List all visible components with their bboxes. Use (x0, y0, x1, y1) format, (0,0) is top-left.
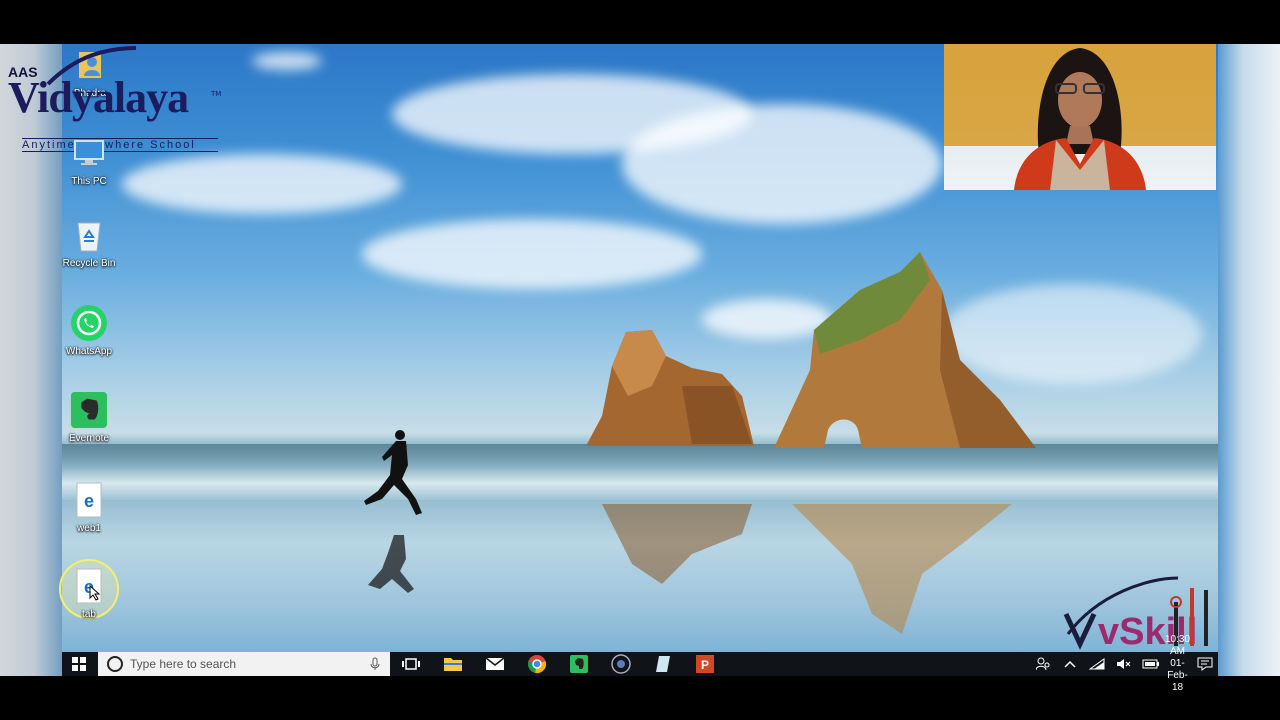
mail-icon (485, 657, 505, 670)
battery-icon (1142, 659, 1159, 669)
cloud (622, 104, 942, 224)
logo-trademark: TM (211, 90, 222, 98)
show-hidden-icons-button[interactable] (1056, 652, 1083, 676)
system-tray: 10:30 AM 01-Feb-18 (1029, 634, 1218, 693)
media-icon (611, 654, 631, 674)
battery-button[interactable] (1137, 652, 1164, 676)
cortana-search-icon (107, 656, 123, 672)
evernote-taskbar-button[interactable] (558, 652, 600, 676)
start-button[interactable] (62, 652, 96, 676)
mail-button[interactable] (474, 652, 516, 676)
recycle-bin-icon (70, 216, 108, 254)
network-button[interactable] (1083, 652, 1110, 676)
wifi-icon (1088, 658, 1104, 670)
desktop-icon-label: Evernote (68, 433, 110, 444)
taskbar-search-box[interactable] (98, 652, 390, 676)
desktop-icon-this-pc[interactable]: This PC (59, 134, 119, 187)
evernote-icon (570, 655, 588, 673)
rock-reflection (602, 504, 1012, 634)
file-explorer-button[interactable] (432, 652, 474, 676)
computer-icon (70, 134, 108, 172)
cloud (252, 52, 322, 70)
windows-taskbar: P 10:30 AM 01-Feb-18 (62, 634, 1218, 693)
taskbar-clock[interactable]: 10:30 AM 01-Feb-18 (1164, 634, 1191, 693)
desktop-icon-whatsapp[interactable]: WhatsApp (59, 304, 119, 357)
desktop-icon-label: This PC (71, 176, 107, 187)
clock-date: 01-Feb-18 (1167, 658, 1188, 693)
svg-text:e: e (84, 491, 94, 511)
vskill-watermark: vSkill (1058, 574, 1218, 653)
logo-tagline: Anytime Anywhere School (22, 138, 218, 152)
clock-time: 10:30 AM (1164, 634, 1191, 657)
notification-icon (1197, 657, 1212, 671)
sticky-notes-icon (656, 656, 670, 672)
runner-silhouette (364, 430, 422, 593)
task-view-icon (402, 658, 420, 670)
svg-text:P: P (701, 658, 709, 672)
small-sea-stack (586, 330, 754, 446)
media-button[interactable] (600, 652, 642, 676)
presenter-webcam-overlay (944, 44, 1216, 190)
windows-logo-icon (72, 657, 86, 671)
edge-document-icon: e (70, 481, 108, 519)
logo-name: Vidyalaya (8, 73, 189, 122)
volume-button[interactable] (1110, 652, 1137, 676)
action-center-button[interactable] (1191, 652, 1218, 676)
chevron-up-icon (1063, 660, 1076, 668)
desktop-icon-label: web1 (77, 523, 101, 534)
powerpoint-button[interactable]: P (684, 652, 726, 676)
people-icon (1035, 657, 1049, 671)
desktop-icon-tab[interactable]: e tab (59, 567, 119, 620)
desktop-icon-label: WhatsApp (65, 346, 113, 357)
cloud (122, 154, 402, 214)
search-input[interactable] (130, 657, 370, 671)
desktop-icon-recycle-bin[interactable]: Recycle Bin (59, 216, 119, 269)
chrome-icon (527, 655, 547, 674)
microphone-icon[interactable] (370, 657, 380, 671)
large-sea-stack-arch (774, 252, 1036, 448)
people-button[interactable] (1029, 652, 1056, 676)
desktop-icon-web1[interactable]: e web1 (59, 481, 119, 534)
task-view-button[interactable] (390, 652, 432, 676)
powerpoint-icon: P (696, 655, 714, 673)
chrome-button[interactable] (516, 652, 558, 676)
cloud (362, 219, 702, 289)
right-video-border (1218, 44, 1280, 676)
whatsapp-icon (70, 304, 108, 342)
sea-waves (62, 444, 1218, 500)
edge-document-icon: e (70, 567, 108, 605)
mute-icon (1116, 659, 1130, 669)
desktop-icon-label: Recycle Bin (62, 258, 116, 269)
presenter-figure (1014, 48, 1146, 190)
file-explorer-icon (444, 658, 462, 671)
sticky-notes-button[interactable] (642, 652, 684, 676)
desktop-icon-evernote[interactable]: Evernote (59, 391, 119, 444)
desktop-icon-label: tab (82, 609, 96, 620)
evernote-icon (70, 391, 108, 429)
